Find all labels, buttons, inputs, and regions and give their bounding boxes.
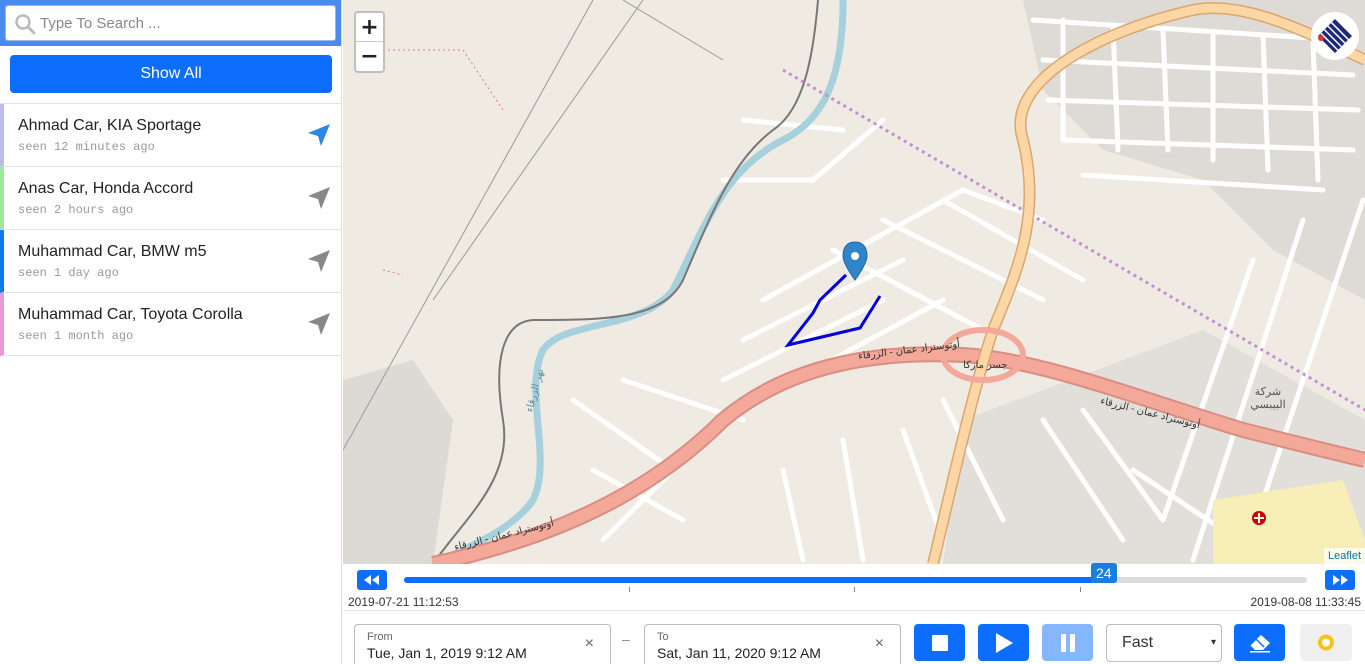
- clear-from-button[interactable]: ×: [585, 635, 594, 653]
- to-label: To: [657, 631, 669, 643]
- logo-icon: [1318, 19, 1352, 53]
- fast-forward-button[interactable]: [1325, 570, 1355, 590]
- to-date-field[interactable]: To Sat, Jan 11, 2020 9:12 AM ×: [644, 624, 901, 664]
- search-bar: [0, 0, 341, 46]
- search-icon: [15, 14, 36, 35]
- vehicle-name: Anas Car, Honda Accord: [18, 180, 194, 197]
- zoom-control: + −: [354, 11, 385, 73]
- zoom-in-button[interactable]: +: [356, 13, 383, 42]
- timeline-track[interactable]: 24: [404, 563, 1307, 583]
- vehicle-last-seen: seen 2 hours ago: [18, 203, 134, 217]
- navigation-arrow-icon[interactable]: [306, 185, 332, 211]
- navigation-arrow-icon[interactable]: [306, 122, 332, 148]
- record-dot-icon: [1318, 634, 1334, 651]
- vehicle-name: Muhammad Car, Toyota Corolla: [18, 306, 243, 323]
- timeline-tick: [854, 587, 855, 592]
- zoom-out-button[interactable]: −: [356, 42, 383, 71]
- from-date-field[interactable]: From Tue, Jan 1, 2019 9:12 AM ×: [354, 624, 611, 664]
- vehicle-name: Ahmad Car, KIA Sportage: [18, 117, 202, 134]
- vehicle-item[interactable]: Ahmad Car, KIA Sportage seen 12 minutes …: [0, 104, 341, 167]
- speed-select[interactable]: Fast ▾: [1106, 624, 1222, 662]
- vehicle-last-seen: seen 1 month ago: [18, 329, 134, 343]
- show-all-button[interactable]: Show All: [10, 55, 332, 93]
- timeline-start-time: 2019-07-21 11:12:53: [348, 595, 459, 609]
- map-attribution[interactable]: Leaflet: [1323, 548, 1365, 564]
- vehicle-item[interactable]: Muhammad Car, Toyota Corolla seen 1 mont…: [0, 293, 341, 356]
- eraser-icon: [1248, 634, 1270, 652]
- pause-icon: [1060, 633, 1075, 652]
- sidebar: Show All Ahmad Car, KIA Sportage seen 12…: [0, 0, 342, 664]
- map-tiles[interactable]: [343, 0, 1365, 564]
- eraser-button[interactable]: [1234, 624, 1285, 661]
- fast-forward-icon: [1333, 575, 1348, 585]
- to-value: Sat, Jan 11, 2020 9:12 AM: [657, 645, 821, 661]
- timeline-handle[interactable]: 24: [1090, 563, 1117, 583]
- date-separator: –: [622, 631, 630, 647]
- play-icon: [995, 632, 1013, 653]
- vehicle-name: Muhammad Car, BMW m5: [18, 243, 207, 260]
- chevron-down-icon: ▾: [1210, 637, 1216, 648]
- timeline-end-time: 2019-08-08 11:33:45: [1250, 595, 1361, 609]
- playback-controls: From Tue, Jan 1, 2019 9:12 AM × – To Sat…: [343, 610, 1365, 664]
- from-label: From: [367, 631, 393, 643]
- vehicle-last-seen: seen 12 minutes ago: [18, 140, 155, 154]
- vehicle-item[interactable]: Anas Car, Honda Accord seen 2 hours ago: [0, 167, 341, 230]
- record-button[interactable]: [1300, 624, 1352, 661]
- vehicle-item[interactable]: Muhammad Car, BMW m5 seen 1 day ago: [0, 230, 341, 293]
- vehicle-list: Ahmad Car, KIA Sportage seen 12 minutes …: [0, 103, 341, 356]
- timeline-tick: [629, 587, 630, 592]
- logo: [1311, 12, 1359, 60]
- play-button[interactable]: [978, 624, 1029, 661]
- from-value: Tue, Jan 1, 2019 9:12 AM: [367, 645, 527, 661]
- vehicle-last-seen: seen 1 day ago: [18, 266, 119, 280]
- stop-button[interactable]: [914, 624, 965, 661]
- app: Show All Ahmad Car, KIA Sportage seen 12…: [0, 0, 1365, 664]
- timeline-progress: [404, 577, 1104, 583]
- rewind-icon: [364, 575, 379, 585]
- timeline-tick: [1080, 587, 1081, 592]
- clear-to-button[interactable]: ×: [875, 635, 884, 653]
- stop-icon: [931, 634, 948, 651]
- search-input[interactable]: [40, 6, 330, 40]
- map-label: جسر ماركا: [963, 360, 1008, 371]
- pause-button[interactable]: [1042, 624, 1093, 661]
- map-label: شركة البيبسي: [1250, 386, 1286, 411]
- rewind-button[interactable]: [357, 570, 387, 590]
- navigation-arrow-icon[interactable]: [306, 248, 332, 274]
- navigation-arrow-icon[interactable]: [306, 311, 332, 337]
- map[interactable]: أوتوستراد عمان - الزرقاء أوتوستراد عمان …: [343, 0, 1365, 564]
- timeline: 24 2019-07-21 11:12:53 2019-08-08 11:33:…: [343, 563, 1365, 610]
- speed-value: Fast: [1122, 634, 1154, 651]
- search-box[interactable]: [5, 5, 336, 41]
